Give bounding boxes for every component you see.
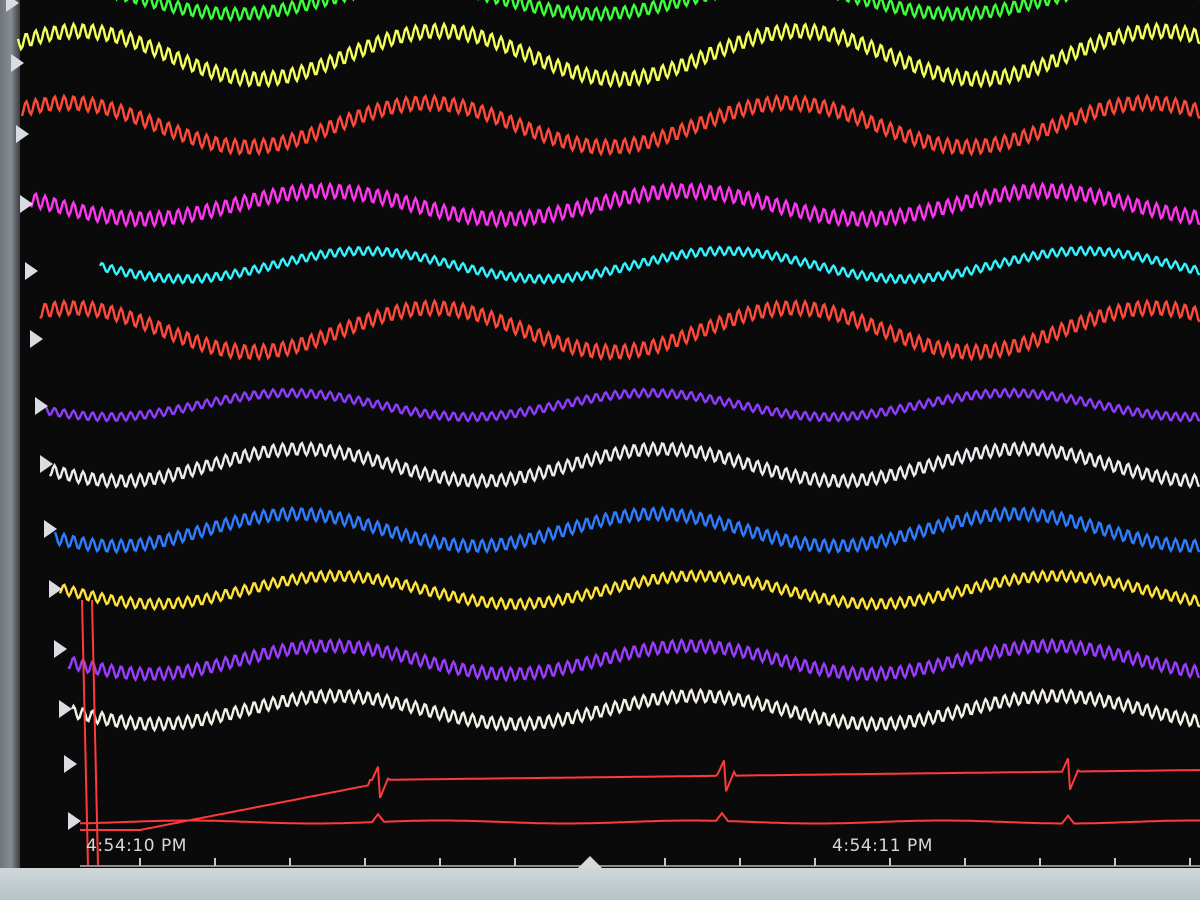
- marker-line-1: [81, 599, 89, 867]
- channel-trace-13: [80, 757, 1200, 831]
- channel-trace-7: [44, 387, 1200, 423]
- channel-trace-11: [67, 637, 1200, 683]
- bottom-scrollbar[interactable]: [0, 868, 1200, 900]
- channel-trace-6: [39, 298, 1200, 362]
- trace-group: [16, 0, 1200, 867]
- channel-trace-5: [98, 245, 1200, 285]
- channel-trace-4: [29, 181, 1200, 229]
- channel-arrow-2[interactable]: [11, 54, 24, 72]
- channel-arrow-11[interactable]: [54, 640, 67, 658]
- channel-arrow-13[interactable]: [64, 755, 77, 773]
- channel-trace-10: [58, 568, 1200, 612]
- channel-arrow-7[interactable]: [35, 397, 48, 415]
- channel-trace-12: [70, 687, 1200, 733]
- channel-trace-9: [53, 505, 1200, 555]
- channel-arrow-10[interactable]: [49, 580, 62, 598]
- channel-trace-8: [48, 440, 1200, 490]
- channel-arrow-5[interactable]: [25, 262, 38, 280]
- channel-trace-3: [20, 93, 1200, 157]
- marker-line-2: [91, 599, 99, 867]
- time-label-start: 4:54:10 PM: [86, 836, 187, 856]
- channel-arrow-1[interactable]: [6, 0, 19, 12]
- time-axis-ticks: [139, 858, 1191, 866]
- scroll-thumb[interactable]: [578, 856, 602, 868]
- channel-arrow-9[interactable]: [44, 520, 57, 538]
- waveform-plot[interactable]: [0, 0, 1200, 870]
- channel-arrow-12[interactable]: [59, 700, 72, 718]
- channel-trace-14: [79, 811, 1200, 825]
- channel-arrow-8[interactable]: [40, 455, 53, 473]
- channel-trace-1: [115, 0, 1200, 23]
- channel-arrow-6[interactable]: [30, 330, 43, 348]
- channel-arrow-4[interactable]: [20, 195, 33, 213]
- time-label-end: 4:54:11 PM: [832, 836, 933, 856]
- channel-arrow-14[interactable]: [68, 812, 81, 830]
- channel-trace-2: [16, 21, 1200, 89]
- channel-arrow-3[interactable]: [16, 125, 29, 143]
